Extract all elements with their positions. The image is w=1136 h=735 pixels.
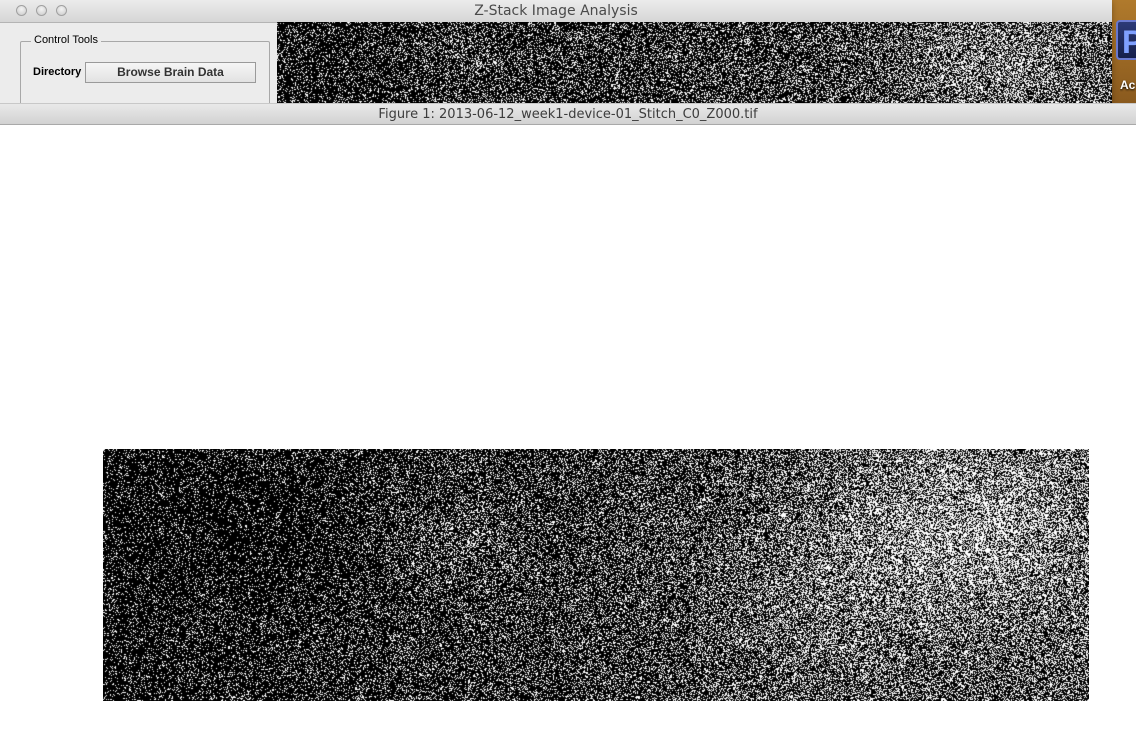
window-title: Z-Stack Image Analysis [474,3,638,19]
browse-brain-data-button[interactable]: Browse Brain Data [85,62,256,83]
app-icon-label: Ac [1120,78,1136,92]
image-preview [277,22,1112,103]
app-icon[interactable]: P [1116,20,1136,60]
preview-image-canvas [277,22,1112,103]
figure-image-canvas [103,449,1089,701]
analysis-window: Z-Stack Image Analysis Control Tools Dir… [0,0,1112,103]
figure-title: Figure 1: 2013-06-12_week1-device-01_Sti… [378,107,758,122]
figure-image[interactable] [103,449,1089,701]
figure-window: Figure 1: 2013-06-12_week1-device-01_Sti… [0,103,1136,735]
control-tools-legend: Control Tools [31,34,101,46]
figure-titlebar[interactable]: Figure 1: 2013-06-12_week1-device-01_Sti… [0,103,1136,125]
window-titlebar[interactable]: Z-Stack Image Analysis [0,0,1112,23]
directory-label: Directory [33,66,82,78]
